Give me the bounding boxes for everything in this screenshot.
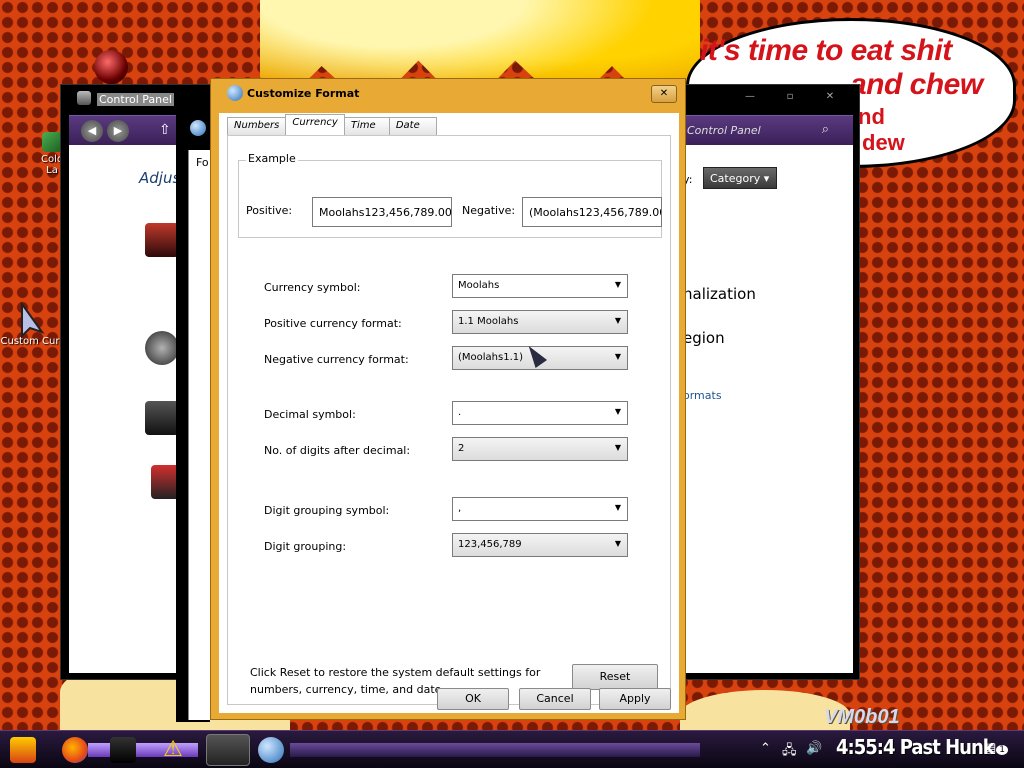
region-panel (188, 150, 212, 720)
close-button[interactable]: ✕ (815, 91, 845, 107)
chevron-down-icon: ▼ (614, 407, 621, 416)
desktop-gadget-icon[interactable] (94, 50, 128, 84)
chevron-down-icon: ▼ (614, 503, 621, 512)
chevron-down-icon: ▼ (614, 280, 621, 289)
example-legend: Example (246, 152, 298, 165)
network-icon[interactable]: 🖧 (782, 741, 797, 763)
digits-after-decimal-select[interactable]: 2 ▼ (452, 437, 628, 461)
maximize-button[interactable]: ▫ (775, 91, 805, 107)
combo-value: (Moolahs1.1) (458, 352, 524, 363)
taskbar-decoration (290, 743, 700, 757)
chevron-down-icon: ▼ (614, 443, 621, 452)
app-icon[interactable] (110, 737, 136, 763)
decimal-symbol-combo[interactable]: . ▼ (452, 401, 628, 425)
tab-numbers[interactable]: Numbers (227, 117, 287, 135)
tab-currency[interactable]: Currency (285, 114, 345, 135)
region-link[interactable]: egion (683, 329, 725, 347)
combo-value: . (458, 407, 462, 418)
region-icon (190, 120, 206, 136)
minimize-button[interactable]: — (735, 91, 765, 107)
digit-grouping-symbol-label: Digit grouping symbol: (264, 504, 390, 517)
desktop-icon-custom-cursor[interactable]: Custom Cur (0, 300, 60, 347)
chevron-down-icon: ▼ (614, 316, 621, 325)
tab-strip: Numbers Currency Time Date (227, 114, 437, 135)
currency-symbol-label: Currency symbol: (264, 281, 361, 294)
view-by-value: Category (710, 172, 761, 185)
combo-value: Moolahs (458, 280, 500, 291)
positive-label: Positive: (246, 204, 293, 217)
clock-region-link[interactable]: nalization (683, 285, 756, 303)
speech-line: dew (862, 130, 905, 155)
window-controls: — ▫ ✕ (735, 91, 845, 107)
currency-panel: Example Positive: Moolahs123,456,789.00 … (227, 135, 671, 705)
dialog-title: Customize Format (247, 87, 360, 100)
network-icon[interactable] (145, 331, 179, 365)
decimal-symbol-label: Decimal symbol: (264, 408, 356, 421)
digit-grouping-symbol-combo[interactable]: , ▼ (452, 497, 628, 521)
window-title: Control Panel (97, 93, 174, 106)
speech-line: nd (858, 104, 885, 129)
negative-example-field: (Moolahs123,456,789.00 (522, 197, 662, 227)
cancel-button[interactable]: Cancel (519, 688, 591, 710)
reset-button[interactable]: Reset (572, 664, 658, 690)
region-icon[interactable] (258, 737, 284, 763)
dialog-body: Numbers Currency Time Date Example Posit… (219, 113, 679, 713)
notification-icon[interactable]: ▤ 1 (984, 741, 1009, 756)
chevron-down-icon: ▼ (614, 352, 621, 361)
close-button[interactable]: ✕ (651, 85, 677, 103)
app-icon (42, 132, 62, 152)
digits-after-decimal-label: No. of digits after decimal: (264, 444, 411, 457)
ok-button[interactable]: OK (437, 688, 509, 710)
speech-text-partial: nd dew (858, 104, 905, 156)
speech-line: it's time to eat shit (700, 34, 952, 67)
region-icon (227, 85, 243, 101)
negative-label: Negative: (462, 204, 516, 217)
volume-icon[interactable]: 🔊 (806, 741, 822, 756)
desktop-icon-label: Custom Cur (0, 336, 60, 347)
back-button[interactable]: ◀ (81, 120, 103, 142)
view-by-dropdown[interactable]: Category ▾ (703, 167, 777, 189)
combo-value: 2 (458, 443, 465, 454)
negative-format-label: Negative currency format: (264, 353, 409, 366)
digit-grouping-label: Digit grouping: (264, 540, 347, 553)
hardware-icon[interactable] (145, 401, 179, 435)
forward-button[interactable]: ▶ (107, 120, 129, 142)
control-panel-taskbar-button[interactable] (206, 734, 250, 766)
chevron-up-icon[interactable]: ⌃ (760, 741, 771, 756)
system-security-icon[interactable] (145, 223, 179, 257)
currency-symbol-combo[interactable]: Moolahs ▼ (452, 274, 628, 298)
control-panel-icon (77, 91, 91, 105)
taskbar: ⚠ ⌃ 🖧 🔊 4:55:4 Past Hunk ▤ 1 (0, 730, 1024, 768)
up-arrow-icon[interactable]: ⇧ (159, 122, 171, 138)
firefox-icon[interactable] (62, 737, 88, 763)
formats-link[interactable]: ormats (683, 389, 722, 402)
positive-format-select[interactable]: 1.1 Moolahs ▼ (452, 310, 628, 334)
tab-date[interactable]: Date (388, 117, 437, 135)
watermark: VM0b01 (824, 706, 900, 728)
combo-value: 1.1 Moolahs (458, 316, 519, 327)
positive-format-label: Positive currency format: (264, 317, 402, 330)
combo-value: , (458, 503, 462, 514)
page-heading: Adjus (139, 169, 181, 187)
apply-button[interactable]: Apply (599, 688, 671, 710)
cursor-icon (14, 300, 46, 339)
notification-count: 1 (996, 745, 1009, 755)
customize-format-dialog: Customize Format ✕ Numbers Currency Time… (210, 78, 686, 720)
combo-value: 123,456,789 (458, 539, 522, 550)
address-text[interactable]: Control Panel (687, 124, 761, 137)
search-icon[interactable]: ⌕ (822, 122, 829, 137)
chevron-down-icon: ▼ (614, 539, 621, 548)
tab-time[interactable]: Time (343, 117, 390, 135)
positive-example-field: Moolahs123,456,789.00 (312, 197, 452, 227)
clock[interactable]: 4:55:4 Past Hunk (836, 735, 995, 759)
start-icon[interactable] (10, 737, 36, 763)
warning-icon[interactable]: ⚠ (160, 737, 186, 763)
digit-grouping-select[interactable]: 123,456,789 ▼ (452, 533, 628, 557)
formats-tab[interactable]: Fo (196, 156, 209, 169)
